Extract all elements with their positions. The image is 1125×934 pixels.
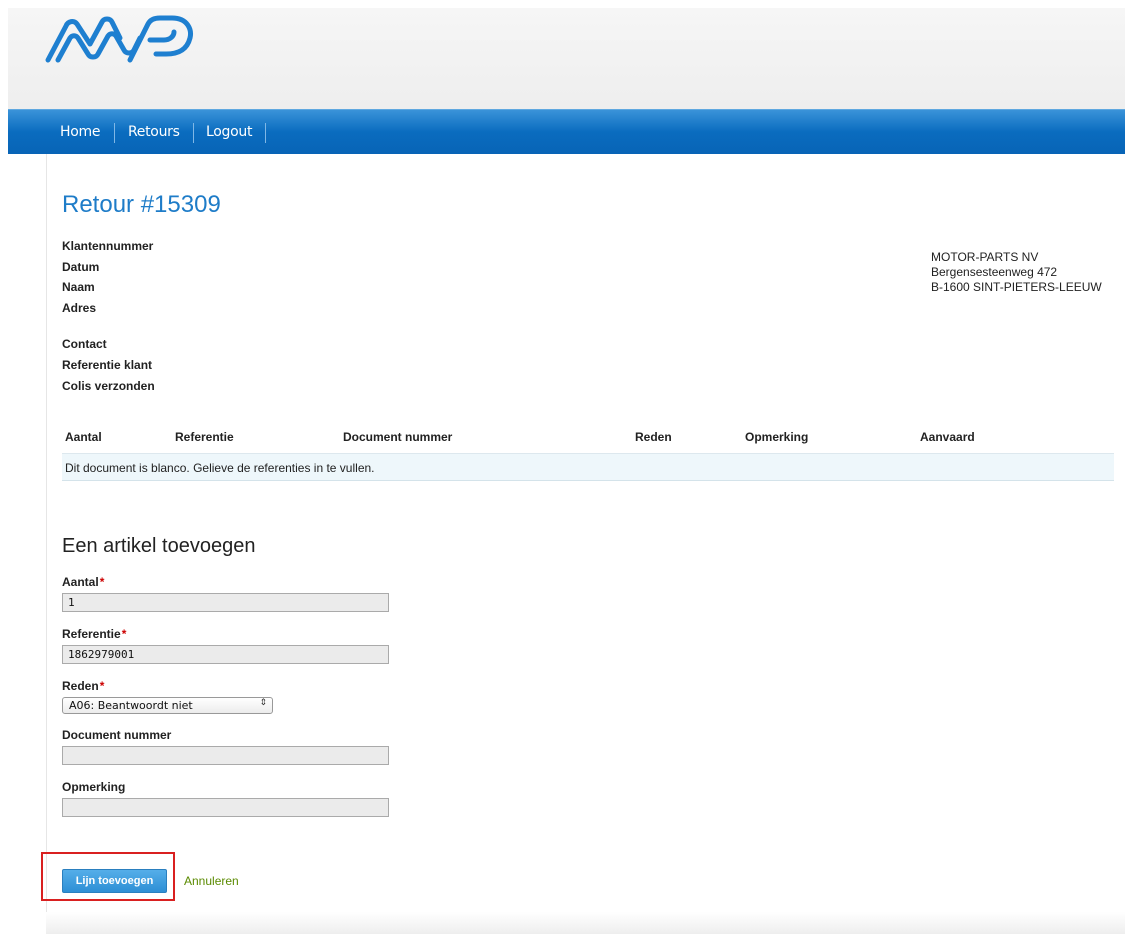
reden-label: Reden*	[62, 679, 104, 693]
label-referentie-klant: Referentie klant	[62, 358, 153, 372]
aantal-label: Aantal*	[62, 575, 104, 589]
referentie-label: Referentie*	[62, 627, 126, 641]
nav-divider	[193, 123, 194, 143]
col-referentie: Referentie	[175, 430, 234, 444]
footer	[46, 912, 1125, 934]
required-mark: *	[99, 575, 105, 589]
reden-label-text: Reden	[62, 679, 99, 693]
company-address: MOTOR-PARTS NV Bergensesteenweg 472 B-16…	[931, 250, 1102, 295]
company-name: MOTOR-PARTS NV	[931, 250, 1039, 264]
add-line-button[interactable]: Lijn toevoegen	[62, 869, 167, 893]
label-contact: Contact	[62, 337, 107, 351]
mp-logo-icon[interactable]	[44, 8, 204, 73]
col-aantal: Aantal	[65, 430, 102, 444]
document-nummer-label: Document nummer	[62, 728, 172, 742]
cancel-link[interactable]: Annuleren	[184, 874, 239, 888]
content-border	[46, 154, 47, 934]
referentie-label-text: Referentie	[62, 627, 121, 641]
reden-selected-value: A06: Beantwoordt niet	[69, 699, 193, 712]
main-nav: Home Retours Logout	[8, 109, 1125, 154]
required-mark: *	[121, 627, 127, 641]
col-document-nummer: Document nummer	[343, 430, 453, 444]
document-nummer-input[interactable]	[62, 746, 389, 765]
nav-divider	[265, 123, 266, 143]
page-title: Retour #15309	[62, 191, 221, 218]
opmerking-input[interactable]	[62, 798, 389, 817]
required-mark: *	[99, 679, 105, 693]
label-naam: Naam	[62, 280, 95, 294]
nav-divider	[114, 123, 115, 143]
col-aanvaard: Aanvaard	[920, 430, 975, 444]
nav-home[interactable]: Home	[60, 110, 100, 154]
aantal-input[interactable]	[62, 593, 389, 612]
company-street: Bergensesteenweg 472	[931, 265, 1058, 279]
aantal-label-text: Aantal	[62, 575, 99, 589]
empty-message: Dit document is blanco. Gelieve de refer…	[65, 461, 375, 475]
table-row: Dit document is blanco. Gelieve de refer…	[62, 453, 1114, 481]
label-datum: Datum	[62, 260, 100, 274]
label-adres: Adres	[62, 301, 97, 315]
opmerking-label: Opmerking	[62, 780, 126, 794]
col-opmerking: Opmerking	[745, 430, 809, 444]
company-city: B-1600 SINT-PIETERS-LEEUW	[931, 280, 1102, 294]
label-klantennummer: Klantennummer	[62, 239, 154, 253]
nav-logout[interactable]: Logout	[206, 110, 252, 154]
referentie-input[interactable]	[62, 645, 389, 664]
col-reden: Reden	[635, 430, 672, 444]
updown-arrow-icon: ⇕	[259, 698, 267, 708]
nav-retours[interactable]: Retours	[128, 110, 180, 154]
label-colis-verzonden: Colis verzonden	[62, 379, 155, 393]
reden-select[interactable]: A06: Beantwoordt niet ⇕	[62, 697, 273, 714]
site-header	[8, 8, 1125, 109]
form-title: Een artikel toevoegen	[62, 535, 256, 557]
